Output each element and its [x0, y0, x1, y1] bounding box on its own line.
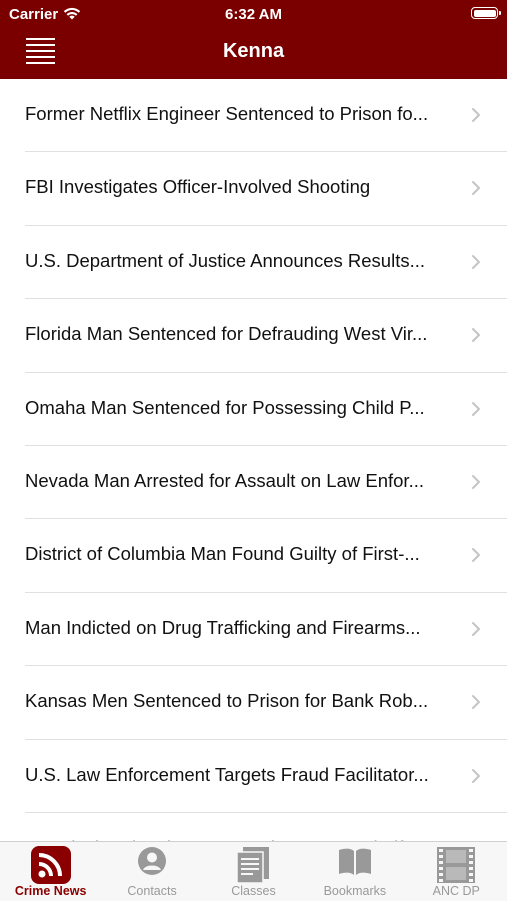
- list-item[interactable]: Former Netflix Engineer Sentenced to Pri…: [0, 79, 507, 152]
- list-item-title: Kansas Men Sentenced to Prison for Bank …: [25, 690, 455, 712]
- list-item-title: U.S. Department of Justice Announces Res…: [25, 250, 455, 272]
- tab-label: Bookmarks: [304, 884, 405, 898]
- list-item-title: District of Columbia Man Found Guilty of…: [25, 543, 455, 565]
- chevron-right-icon: [471, 401, 481, 417]
- chevron-right-icon: [471, 621, 481, 637]
- list-item[interactable]: U.S. Law Enforcement Targets Fraud Facil…: [0, 740, 507, 813]
- chevron-right-icon: [471, 180, 481, 196]
- tab-crime-news[interactable]: Crime News: [0, 842, 101, 901]
- list-item-title: U.S. Law Enforcement Targets Fraud Facil…: [25, 764, 455, 786]
- list-item[interactable]: Omaha Man Sentenced for Possessing Child…: [0, 373, 507, 446]
- tab-label: Crime News: [0, 884, 101, 898]
- list-item-title: Florida Man Sentenced for Defrauding Wes…: [25, 323, 455, 345]
- document-icon: [234, 846, 272, 889]
- chevron-right-icon: [471, 768, 481, 784]
- chevron-right-icon: [471, 474, 481, 490]
- list-item-title: Man Indicted on Drug Trafficking and Fir…: [25, 617, 455, 639]
- status-bar: Carrier 6:32 AM: [0, 0, 507, 28]
- person-icon: [137, 846, 167, 881]
- rss-icon: [31, 846, 71, 889]
- navigation-bar: Carrier 6:32 AM Kenna: [0, 0, 507, 79]
- chevron-right-icon: [471, 327, 481, 343]
- list-item[interactable]: District of Columbia Man Found Guilty of…: [0, 519, 507, 592]
- page-title: Kenna: [0, 40, 507, 63]
- list-item[interactable]: FBI Investigates Officer-Involved Shooti…: [0, 152, 507, 225]
- book-icon: [337, 846, 373, 883]
- tab-bar: Crime NewsContactsClassesBookmarksANC DP: [0, 841, 507, 901]
- chevron-right-icon: [471, 107, 481, 123]
- list-item[interactable]: Kansas Men Sentenced to Prison for Bank …: [0, 666, 507, 739]
- status-time: 6:32 AM: [0, 6, 507, 23]
- list-item-title: Former Netflix Engineer Sentenced to Pri…: [25, 103, 455, 125]
- tab-label: Classes: [203, 884, 304, 898]
- chevron-right-icon: [471, 254, 481, 270]
- list-item[interactable]: U.S. Department of Justice Announces Res…: [0, 226, 507, 299]
- chevron-right-icon: [471, 694, 481, 710]
- list-item[interactable]: Man Indicted on Drug Trafficking and Fir…: [0, 593, 507, 666]
- tab-label: ANC DP: [406, 884, 507, 898]
- tab-anc-dp[interactable]: ANC DP: [406, 842, 507, 901]
- chevron-right-icon: [471, 547, 481, 563]
- tab-classes[interactable]: Classes: [203, 842, 304, 901]
- battery-icon: [471, 7, 498, 19]
- list-item[interactable]: Florida Man Sentenced for Defrauding Wes…: [0, 299, 507, 372]
- tab-contacts[interactable]: Contacts: [101, 842, 202, 901]
- news-list[interactable]: Former Netflix Engineer Sentenced to Pri…: [0, 79, 507, 841]
- tab-bookmarks[interactable]: Bookmarks: [304, 842, 405, 901]
- film-icon: [436, 846, 476, 889]
- list-item[interactable]: FBI Pittsburgh Joins Community Groups Cl…: [0, 813, 507, 841]
- list-item-title: Nevada Man Arrested for Assault on Law E…: [25, 470, 455, 492]
- list-item-title: FBI Investigates Officer-Involved Shooti…: [25, 176, 455, 198]
- list-item[interactable]: Nevada Man Arrested for Assault on Law E…: [0, 446, 507, 519]
- list-item-title: Omaha Man Sentenced for Possessing Child…: [25, 397, 455, 419]
- tab-label: Contacts: [101, 884, 202, 898]
